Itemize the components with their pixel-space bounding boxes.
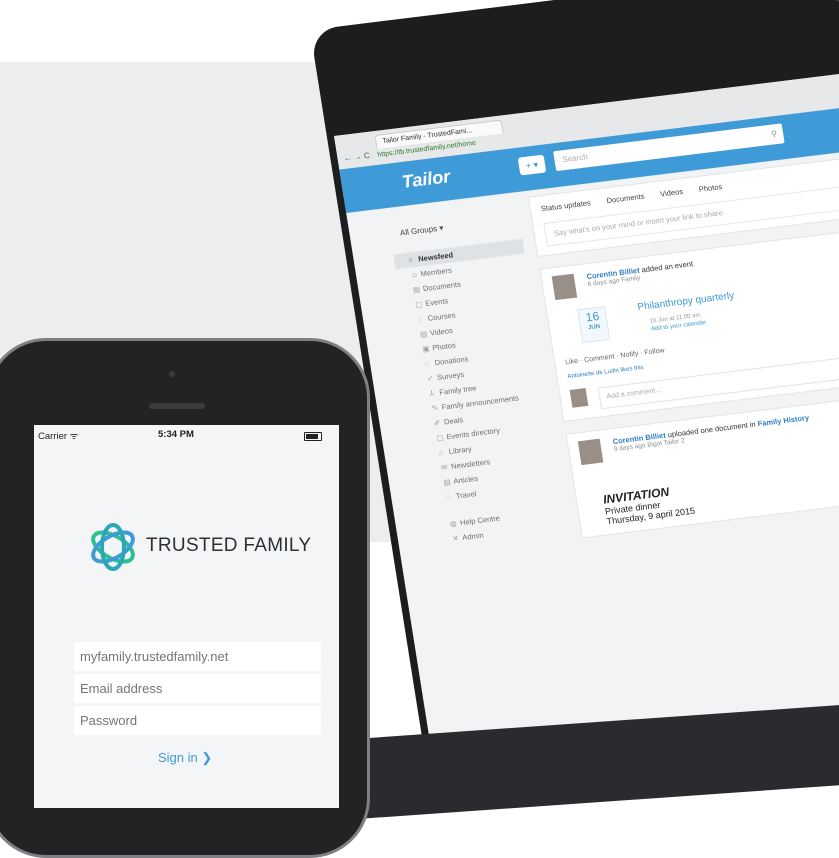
- add-button[interactable]: + ▾: [517, 154, 547, 176]
- sidebar-item-label: Deals: [443, 415, 464, 427]
- laptop-camera: [835, 0, 839, 2]
- trusted-family-logo-icon: [91, 523, 135, 571]
- sidebar-item-label: Videos: [429, 325, 454, 338]
- sidebar-item-label: Photos: [431, 340, 457, 353]
- author-avatar[interactable]: [577, 438, 604, 466]
- sidebar-item-label: Admin: [461, 530, 485, 543]
- filter-documents[interactable]: Documents: [606, 192, 645, 206]
- post-count: 2: [680, 437, 686, 445]
- search-icon[interactable]: ⚲: [770, 124, 779, 144]
- sidebar-item-label: Newsletters: [450, 457, 491, 471]
- phone-screen: Carrier ᯤ 5:34 PM TRUSTED FAMILY Sign in…: [34, 425, 339, 808]
- battery-icon: [304, 432, 322, 441]
- sidebar-item-label: Events: [424, 296, 449, 308]
- brand-name: TRUSTED FAMILY: [146, 535, 312, 556]
- document-preview[interactable]: INVITATION Private dinner Thursday, 9 ap…: [602, 446, 839, 527]
- sidebar-item-label: Help Centre: [459, 513, 501, 528]
- status-time: 5:34 PM: [158, 429, 194, 440]
- filter-status-updates[interactable]: Status updates: [540, 198, 591, 213]
- sign-in-button[interactable]: Sign in ❯: [158, 750, 212, 766]
- phone-speaker: [149, 403, 205, 409]
- family-domain-field[interactable]: [74, 642, 321, 671]
- group-selector[interactable]: All Groups ▾: [399, 214, 520, 237]
- status-bar: Carrier ᯤ 5:34 PM: [34, 429, 339, 443]
- post-group[interactable]: Family: [621, 275, 641, 284]
- newsfeed: Status updates Documents Videos Photos S…: [527, 145, 839, 551]
- search-placeholder: Search: [561, 152, 589, 165]
- filter-photos[interactable]: Photos: [698, 182, 723, 194]
- sidebar-item-label: Donations: [434, 354, 469, 368]
- sidebar-item-label: Newsfeed: [417, 250, 454, 264]
- carrier-label: Carrier ᯤ: [38, 431, 79, 442]
- sidebar-item-label: Articles: [452, 473, 479, 486]
- event-date-badge: 16 JUN: [577, 306, 611, 344]
- sidebar-item-label: Courses: [426, 310, 457, 323]
- browser-nav-buttons[interactable]: ← → C: [343, 151, 370, 163]
- sidebar-item-label: Members: [419, 265, 453, 279]
- sidebar-item-label: Surveys: [436, 369, 465, 383]
- phone-camera: [169, 371, 175, 377]
- sidebar-item-label: Family tree: [438, 383, 477, 397]
- filter-videos[interactable]: Videos: [660, 187, 684, 199]
- sidebar-item-label: Documents: [422, 279, 462, 294]
- comment-row: Add a comment...: [569, 341, 839, 411]
- sidebar-item-label: Library: [448, 444, 473, 457]
- event-title[interactable]: Philanthropy quarterly: [637, 290, 735, 313]
- author-avatar[interactable]: [551, 273, 578, 301]
- sidebar-item-label: Travel: [455, 489, 477, 501]
- commenter-avatar: [569, 388, 589, 408]
- email-field[interactable]: [74, 674, 321, 703]
- password-field[interactable]: [74, 706, 321, 735]
